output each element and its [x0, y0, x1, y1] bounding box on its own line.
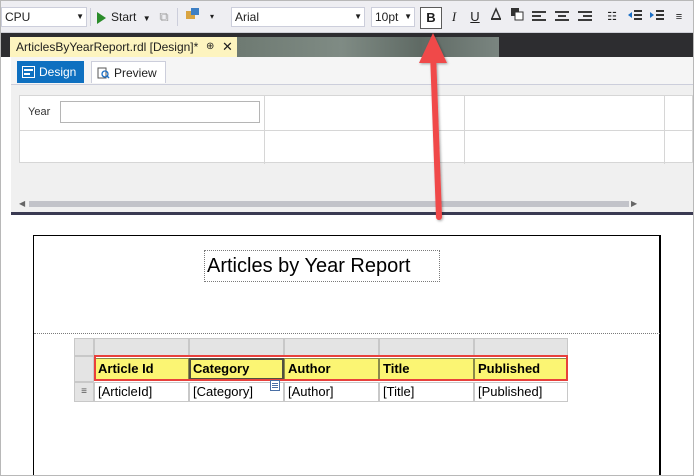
- preview-icon: [97, 67, 110, 79]
- horizontal-scrollbar[interactable]: ◀ ▶: [19, 197, 693, 209]
- align-left-icon[interactable]: [532, 11, 546, 23]
- tab-preview[interactable]: Preview: [91, 61, 166, 83]
- pin-icon[interactable]: ⊕: [206, 37, 214, 57]
- column-handle[interactable]: [379, 338, 474, 356]
- parameter-pane: Year ◀ ▶: [11, 85, 693, 215]
- grid-line: [20, 130, 693, 131]
- table-data-cell[interactable]: [Published]: [474, 382, 568, 402]
- table-data-cell[interactable]: [ArticleId]: [94, 382, 189, 402]
- font-name-value: Arial: [235, 10, 260, 24]
- column-handle[interactable]: [474, 338, 568, 356]
- font-size-value: 10pt: [375, 10, 399, 24]
- field-list-icon[interactable]: [270, 380, 280, 391]
- underline-button[interactable]: U: [465, 7, 485, 27]
- font-color-icon[interactable]: [486, 7, 506, 27]
- table-data-cell[interactable]: [Author]: [284, 382, 379, 402]
- tab-design-label: Design: [39, 65, 77, 79]
- column-handle[interactable]: [284, 338, 379, 356]
- solution-platform-value: CPU: [5, 10, 31, 24]
- table-data-cell[interactable]: [Title]: [379, 382, 474, 402]
- report-title-textbox[interactable]: Articles by Year Report: [204, 250, 440, 282]
- increase-indent-icon[interactable]: [647, 7, 667, 27]
- toolbar-overflow-icon[interactable]: ≡: [669, 7, 689, 27]
- start-label: Start: [111, 10, 137, 24]
- document-tab-strip: ArticlesByYearReport.rdl [Design]* ⊕ ✕: [1, 33, 693, 57]
- header-row-highlight: [94, 355, 568, 381]
- row-handle[interactable]: [74, 356, 94, 382]
- chevron-down-icon[interactable]: ▾: [202, 7, 222, 27]
- start-button[interactable]: Start ▼: [97, 7, 151, 27]
- toolbar-separator: [90, 8, 91, 26]
- attach-icon[interactable]: ⧉: [154, 7, 174, 27]
- view-tab-bar: Design Preview: [11, 57, 693, 85]
- chevron-down-icon: ▼: [354, 12, 362, 21]
- scroll-left-icon[interactable]: ◀: [19, 199, 25, 208]
- report-body: Articles by Year Report ≡ Article Id Cat…: [33, 235, 661, 475]
- play-icon: [97, 11, 106, 24]
- toolbar-separator: [177, 8, 178, 26]
- bulleted-list-icon[interactable]: ☷: [602, 7, 622, 27]
- design-icon: [22, 66, 35, 78]
- bold-button[interactable]: B: [420, 7, 442, 29]
- toolbar: CPU ▼ Start ▼ ⧉ ▾ Arial ▼ 10pt ▼ B I U ☷…: [1, 1, 693, 33]
- decrease-indent-icon[interactable]: [625, 7, 645, 27]
- background-color-icon[interactable]: [507, 7, 527, 27]
- details-row-handle[interactable]: ≡: [74, 382, 94, 402]
- column-handle[interactable]: [189, 338, 284, 356]
- page-header-boundary: [34, 333, 660, 334]
- table-corner-handle[interactable]: [74, 338, 94, 356]
- scrollbar-thumb[interactable]: [29, 201, 629, 207]
- solution-platform-dropdown[interactable]: CPU ▼: [1, 7, 87, 27]
- align-right-icon[interactable]: [578, 11, 592, 23]
- document-tab-label: ArticlesByYearReport.rdl [Design]*: [16, 40, 199, 54]
- year-input[interactable]: [60, 101, 260, 123]
- font-name-dropdown[interactable]: Arial ▼: [231, 7, 365, 27]
- column-handle[interactable]: [94, 338, 189, 356]
- find-icon[interactable]: [183, 7, 203, 27]
- chevron-down-icon: ▼: [76, 12, 84, 21]
- design-surface: Articles by Year Report ≡ Article Id Cat…: [11, 215, 693, 475]
- parameter-label-year: Year: [28, 106, 51, 118]
- align-center-icon[interactable]: [555, 11, 569, 23]
- chevron-down-icon: ▼: [404, 12, 412, 21]
- parameter-grid: Year: [19, 95, 693, 164]
- chevron-down-icon: ▼: [142, 14, 151, 23]
- tab-preview-label: Preview: [114, 66, 157, 80]
- report-designer-window: CPU ▼ Start ▼ ⧉ ▾ Arial ▼ 10pt ▼ B I U ☷…: [0, 0, 694, 476]
- annotation-arrow-icon: [419, 33, 447, 220]
- document-tab[interactable]: ArticlesByYearReport.rdl [Design]* ⊕ ✕: [10, 37, 237, 57]
- font-size-dropdown[interactable]: 10pt ▼: [371, 7, 415, 27]
- italic-button[interactable]: I: [444, 7, 464, 27]
- tab-design[interactable]: Design: [17, 61, 85, 83]
- close-icon[interactable]: ✕: [222, 37, 233, 57]
- scroll-right-icon[interactable]: ▶: [631, 199, 637, 208]
